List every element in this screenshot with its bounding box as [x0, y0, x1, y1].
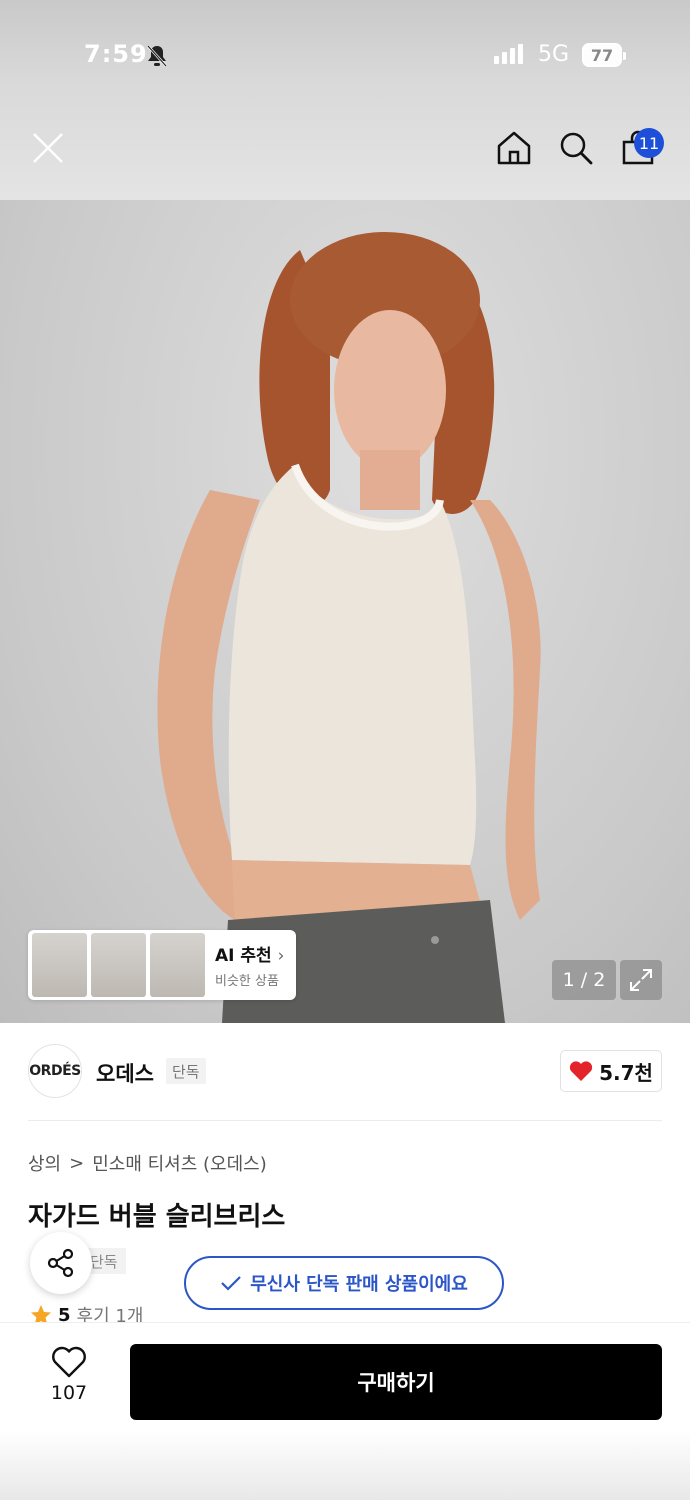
network-label: 5G	[538, 42, 570, 67]
cart-count-badge: 11	[634, 128, 664, 158]
battery-icon: 77	[582, 43, 626, 67]
ai-recommend-subtitle: 비슷한 상품	[215, 974, 279, 989]
expand-icon	[630, 969, 652, 991]
search-icon	[560, 132, 593, 165]
signal-icon	[494, 44, 523, 64]
recommend-thumb[interactable]	[32, 933, 87, 997]
close-button[interactable]	[24, 124, 72, 172]
share-icon	[47, 1248, 74, 1278]
breadcrumb-category[interactable]: 상의	[28, 1150, 61, 1176]
brand-like-count: 5.7천	[599, 1060, 653, 1085]
expand-image-button[interactable]	[620, 960, 662, 1000]
buy-button[interactable]: 구매하기	[130, 1344, 662, 1420]
divider	[28, 1120, 662, 1121]
brand-logo[interactable]: ORDÉS	[28, 1044, 82, 1098]
ai-recommend-card[interactable]: AI 추천 › 비슷한 상품	[28, 930, 296, 1000]
ai-recommend-text: AI 추천 › 비슷한 상품	[215, 941, 284, 989]
wishlist-button[interactable]: 107	[40, 1346, 98, 1404]
home-button[interactable]	[490, 124, 538, 172]
search-button[interactable]	[552, 124, 600, 172]
musinsa-exclusive-notice[interactable]: 무신사 단독 판매 상품이에요	[184, 1256, 504, 1310]
product-title: 자가드 버블 슬리브리스	[28, 1202, 286, 1232]
heart-outline-icon	[52, 1346, 86, 1378]
brand-exclusive-tag: 단독	[166, 1058, 206, 1084]
share-button[interactable]	[30, 1232, 92, 1294]
bell-off-icon	[146, 44, 168, 72]
breadcrumb-subcategory[interactable]: 민소매 티셔츠 (오데스)	[92, 1150, 267, 1176]
chevron-right-icon: ›	[277, 946, 285, 966]
breadcrumb-separator: >	[69, 1152, 85, 1174]
bottom-fade	[0, 1430, 690, 1500]
brand-name[interactable]: 오데스	[96, 1058, 154, 1088]
heart-filled-icon	[569, 1061, 593, 1081]
close-icon	[33, 133, 63, 163]
check-icon	[221, 1276, 242, 1291]
product-image[interactable]	[0, 200, 690, 1023]
ai-recommend-title: AI 추천	[215, 946, 272, 966]
image-page-indicator: 1 / 2	[552, 960, 616, 1000]
status-time: 7:59	[84, 40, 148, 68]
recommend-thumb[interactable]	[150, 933, 205, 997]
wishlist-count: 107	[50, 1382, 88, 1404]
breadcrumb: 상의 > 민소매 티셔츠 (오데스)	[28, 1150, 267, 1176]
musinsa-notice-text: 무신사 단독 판매 상품이에요	[250, 1274, 468, 1295]
home-icon	[497, 131, 531, 165]
brand-like-button[interactable]: 5.7천	[560, 1050, 662, 1092]
recommend-thumb[interactable]	[91, 933, 146, 997]
